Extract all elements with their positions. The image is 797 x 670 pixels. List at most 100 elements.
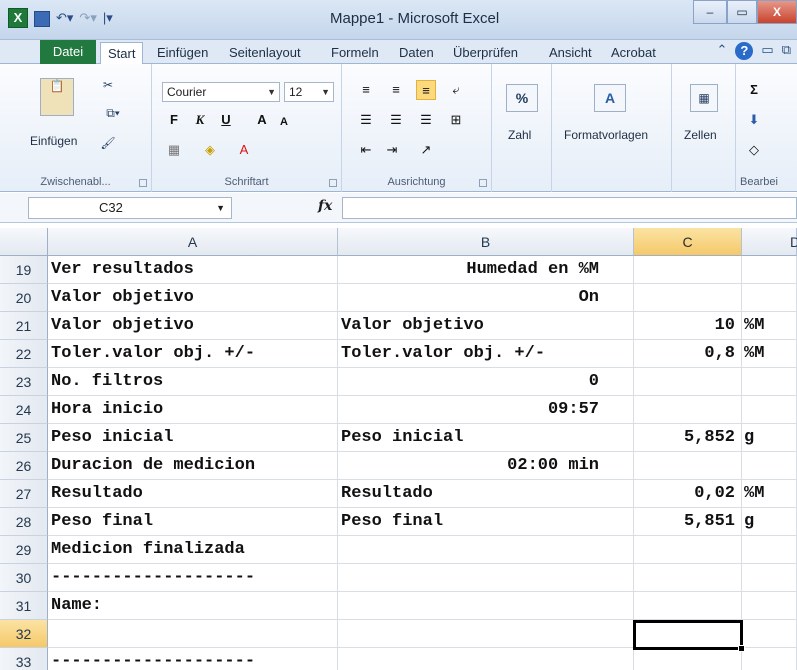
row-header[interactable]: 22 [0,340,48,368]
autosum-icon[interactable]: Σ [744,80,764,100]
align-middle-icon[interactable]: ≡ [386,80,406,100]
font-dialog-launcher[interactable] [329,179,337,187]
fill-color-icon[interactable]: ◈ [200,140,220,160]
row-header[interactable]: 24 [0,396,48,424]
cell-b21[interactable]: Valor objetivo [338,312,634,340]
cell-b32[interactable] [338,620,634,648]
cell-a29[interactable]: Medicion finalizada [48,536,338,564]
row-header[interactable]: 25 [0,424,48,452]
cell-a25[interactable]: Peso inicial [48,424,338,452]
cell-c24[interactable] [634,396,742,424]
font-size-combo[interactable]: 12 ▼ [284,82,334,102]
tab-formeln[interactable]: Formeln [324,42,386,64]
cell-c26[interactable] [634,452,742,480]
copy-icon[interactable]: ⧉▾ [98,106,128,126]
row-header[interactable]: 27 [0,480,48,508]
cell-d32[interactable] [742,620,797,648]
cell-c28[interactable]: 5,851 [634,508,742,536]
cell-a20[interactable]: Valor objetivo [48,284,338,312]
window-restore-icon[interactable]: ⧉ [782,42,791,60]
styles-button[interactable]: Formatvorlagen [564,128,648,142]
underline-button[interactable]: U [216,110,236,130]
tab-start[interactable]: Start [100,42,144,65]
cell-d27[interactable]: %M [742,480,797,508]
cell-c25[interactable]: 5,852 [634,424,742,452]
cell-c19[interactable] [634,256,742,284]
align-left-icon[interactable]: ☰ [356,110,376,130]
cell-a31[interactable]: Name: [48,592,338,620]
align-right-icon[interactable]: ☰ [416,110,436,130]
cell-b27[interactable]: Resultado [338,480,634,508]
cell-d29[interactable] [742,536,797,564]
help-icon[interactable]: ? [735,42,754,60]
cell-b23[interactable]: 0 [338,368,634,396]
cell-d20[interactable] [742,284,797,312]
cell-a30[interactable]: -------------------- [48,564,338,592]
cell-a26[interactable]: Duracion de medicion [48,452,338,480]
tab-ueberpruefen[interactable]: Überprüfen [446,42,525,64]
group-cells[interactable]: ▦ Zellen [672,64,736,192]
column-header-b[interactable]: B [338,228,634,256]
row-header[interactable]: 26 [0,452,48,480]
cell-d24[interactable] [742,396,797,424]
cell-d22[interactable]: %M [742,340,797,368]
cell-b33[interactable] [338,648,634,670]
undo-icon[interactable]: ↶▾ [56,8,73,28]
column-header-d[interactable]: D [742,228,797,256]
increase-indent-icon[interactable]: ⇥ [382,140,402,160]
align-top-icon[interactable]: ≡ [356,80,376,100]
redo-icon[interactable]: ↷▾ [79,8,96,28]
cell-a32[interactable] [48,620,338,648]
close-button[interactable]: X [757,0,797,24]
tab-einfuegen[interactable]: Einfügen [150,42,215,64]
row-header[interactable]: 33 [0,648,48,670]
merge-center-icon[interactable]: ⊞ [446,110,466,130]
paste-button[interactable]: Einfügen [30,134,77,148]
fill-icon[interactable]: ⬇ [744,110,764,130]
active-cell-border[interactable] [633,620,743,650]
cell-b19[interactable]: Humedad en %M [338,256,634,284]
align-center-icon[interactable]: ☰ [386,110,406,130]
cell-c30[interactable] [634,564,742,592]
cell-b25[interactable]: Peso inicial [338,424,634,452]
tab-ansicht[interactable]: Ansicht [542,42,599,64]
cell-b22[interactable]: Toler.valor obj. +/- [338,340,634,368]
decrease-indent-icon[interactable]: ⇤ [356,140,376,160]
cell-c22[interactable]: 0,8 [634,340,742,368]
cell-b28[interactable]: Peso final [338,508,634,536]
cell-d33[interactable] [742,648,797,670]
save-icon[interactable] [34,11,50,27]
group-styles[interactable]: A Formatvorlagen [552,64,672,192]
row-header[interactable]: 28 [0,508,48,536]
row-header[interactable]: 29 [0,536,48,564]
tab-datei[interactable]: Datei [40,40,96,64]
cell-a19[interactable]: Ver resultados [48,256,338,284]
format-painter-icon[interactable]: 🖌 [98,136,118,156]
cell-a24[interactable]: Hora inicio [48,396,338,424]
insert-function-icon[interactable]: fx [318,198,332,214]
select-all-corner[interactable] [0,228,48,256]
tab-daten[interactable]: Daten [392,42,441,64]
cell-c33[interactable] [634,648,742,670]
cell-d25[interactable]: g [742,424,797,452]
cell-a28[interactable]: Peso final [48,508,338,536]
styles-icon[interactable]: A [594,84,626,112]
cells-icon[interactable]: ▦ [690,84,718,112]
cell-c20[interactable] [634,284,742,312]
cell-a22[interactable]: Toler.valor obj. +/- [48,340,338,368]
orientation-icon[interactable]: ↗ [416,140,436,160]
cell-d28[interactable]: g [742,508,797,536]
cell-a21[interactable]: Valor objetivo [48,312,338,340]
row-header[interactable]: 19 [0,256,48,284]
cell-d31[interactable] [742,592,797,620]
row-header[interactable]: 23 [0,368,48,396]
row-header[interactable]: 20 [0,284,48,312]
cell-b30[interactable] [338,564,634,592]
cell-c21[interactable]: 10 [634,312,742,340]
wrap-text-icon[interactable]: ⤶ [446,80,466,100]
minimize-ribbon-icon[interactable]: ⌃ [717,42,728,60]
column-header-c[interactable]: C [634,228,742,256]
cell-d26[interactable] [742,452,797,480]
number-button[interactable]: Zahl [508,128,531,142]
cut-icon[interactable]: ✂ [98,78,118,98]
